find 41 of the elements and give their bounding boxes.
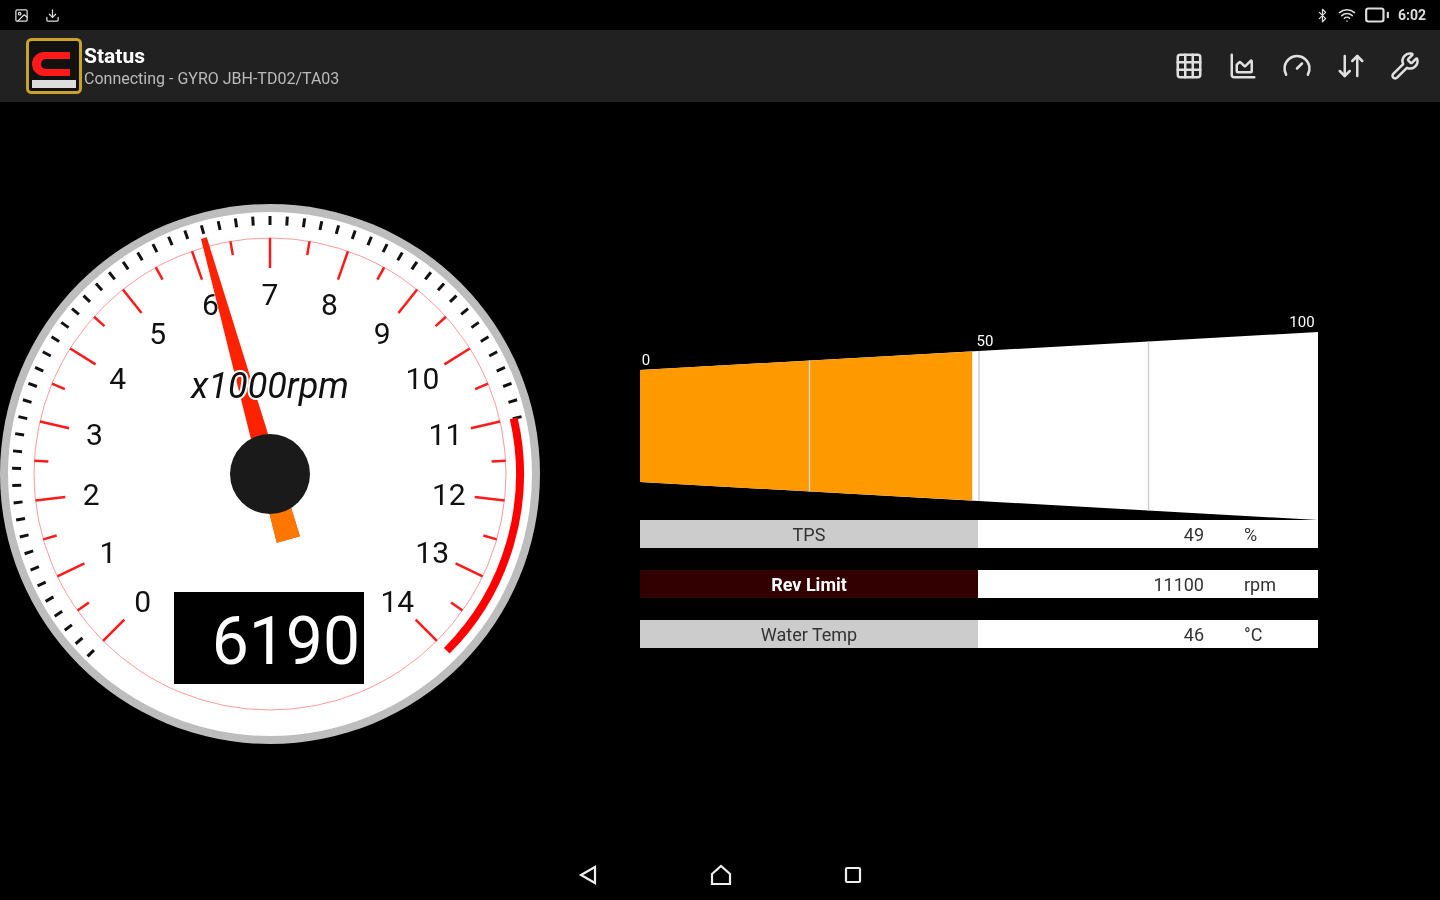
scale-label: 9 xyxy=(373,316,391,352)
reading-unit: rpm xyxy=(1244,572,1276,597)
scale-label: 0 xyxy=(641,351,651,369)
scale-label: 10 xyxy=(405,361,440,397)
reading-value: 49 xyxy=(1182,522,1204,547)
scale-label: 7 xyxy=(261,277,279,312)
reading-value: 46 xyxy=(1182,622,1204,647)
scale-label: 13 xyxy=(415,535,450,571)
reading-unit: °C xyxy=(1244,622,1263,647)
wifi-icon xyxy=(1337,6,1356,24)
scale-label: 4 xyxy=(109,361,127,397)
rpm-readout: 6190 xyxy=(174,592,364,684)
recents-icon[interactable] xyxy=(843,865,863,885)
scale-label: 0 xyxy=(134,584,152,620)
area-chart-icon[interactable] xyxy=(1228,51,1258,81)
home-icon[interactable] xyxy=(709,863,733,887)
scale-label: 8 xyxy=(321,287,338,323)
connection-status: Connecting - GYRO JBH-TD02/TA03 xyxy=(84,69,340,90)
reading-unit: % xyxy=(1244,522,1258,547)
scale-label: 1 xyxy=(99,535,117,571)
reading-label: Water Temp xyxy=(640,620,978,648)
scale-label: 100 xyxy=(1289,313,1315,331)
screen-title: Status xyxy=(84,42,146,70)
scale-label: 3 xyxy=(86,416,103,452)
reading-value: 11100 xyxy=(1152,572,1204,597)
scale-label: 5 xyxy=(149,316,167,352)
wrench-icon[interactable] xyxy=(1390,51,1420,81)
app-logo xyxy=(26,38,82,94)
download-icon xyxy=(45,7,60,23)
scale-label: 14 xyxy=(380,584,415,620)
reading-label: TPS xyxy=(640,520,978,548)
back-icon[interactable] xyxy=(577,864,599,886)
table-icon[interactable] xyxy=(1174,51,1204,81)
scale-label: 50 xyxy=(976,332,994,350)
scale-label: 12 xyxy=(432,477,466,513)
scale-label: 11 xyxy=(428,416,463,452)
clock: 6:02 xyxy=(1397,5,1426,25)
image-icon xyxy=(14,7,29,23)
scale-label: 6 xyxy=(202,287,219,323)
reading-label: Rev Limit xyxy=(640,570,978,598)
scale-label: 2 xyxy=(82,477,100,513)
